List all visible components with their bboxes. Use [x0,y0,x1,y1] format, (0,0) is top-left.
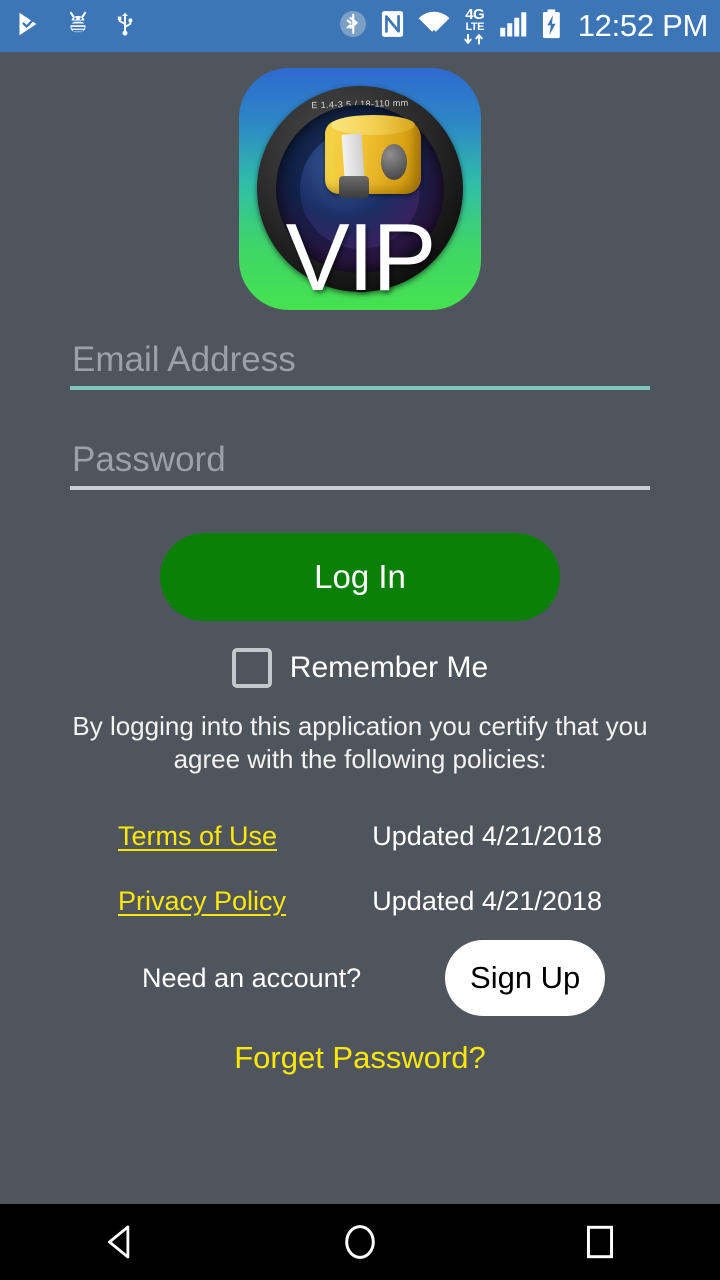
play-check-icon [16,10,44,43]
terms-of-use-updated: Updated 4/21/2018 [372,821,602,851]
debug-bug-icon [64,10,92,43]
privacy-policy-updated: Updated 4/21/2018 [372,886,602,916]
battery-charging-icon [540,8,563,44]
network-type-icon: 4G LTE [462,7,488,45]
wifi-icon [417,10,451,43]
login-button[interactable]: Log In [160,533,560,621]
android-phone-screen: 4G LTE 12:52 PM E 1.4-3.5 / 18-110 mm VI… [0,0,720,1280]
usb-icon [112,10,138,43]
status-bar: 4G LTE 12:52 PM [0,0,720,52]
nav-home-button[interactable] [300,1204,420,1280]
email-field-group [70,340,650,390]
status-bar-clock: 12:52 PM [577,8,709,43]
privacy-policy-link[interactable]: Privacy Policy [118,886,286,917]
email-underline [70,386,650,390]
bluetooth-icon [338,9,368,44]
network-tech-label: LTE [465,21,484,33]
nav-recents-button[interactable] [540,1204,660,1280]
login-screen-content: E 1.4-3.5 / 18-110 mm VIP Email Address … [0,52,720,1204]
password-field-group [70,440,650,490]
policy-row: Terms of Use Updated 4/21/2018 [0,804,720,869]
remember-me-label: Remember Me [289,651,489,684]
signup-row: Need an account? Sign Up [0,938,720,1018]
signal-bars-icon [499,10,529,43]
logo-wordmark: VIP [285,203,437,310]
email-input[interactable] [70,340,650,386]
policy-notice-text: By logging into this application you cer… [72,711,648,775]
signup-button[interactable]: Sign Up [445,940,606,1016]
policy-row: Privacy Policy Updated 4/21/2018 [0,869,720,934]
remember-me-row[interactable]: Remember Me [0,648,720,688]
vip-app-logo: E 1.4-3.5 / 18-110 mm VIP [239,68,481,310]
need-account-label: Need an account? [142,962,362,993]
forget-password-link[interactable]: Forget Password? [0,1040,720,1076]
remember-me-checkbox[interactable] [231,648,272,688]
network-generation-label: 4G [465,6,485,23]
nfc-icon [379,9,406,44]
password-underline [70,486,650,490]
policy-links-list: Terms of Use Updated 4/21/2018 Privacy P… [0,804,720,934]
password-input[interactable] [70,440,650,486]
nav-back-button[interactable] [60,1204,180,1280]
status-bar-right-icons: 4G LTE 12:52 PM [338,7,708,45]
terms-of-use-link[interactable]: Terms of Use [118,821,277,852]
status-bar-left-icons [16,10,138,43]
tape-measure-icon [325,115,421,198]
android-navigation-bar [0,1204,720,1280]
logo-container: E 1.4-3.5 / 18-110 mm VIP [0,68,720,310]
